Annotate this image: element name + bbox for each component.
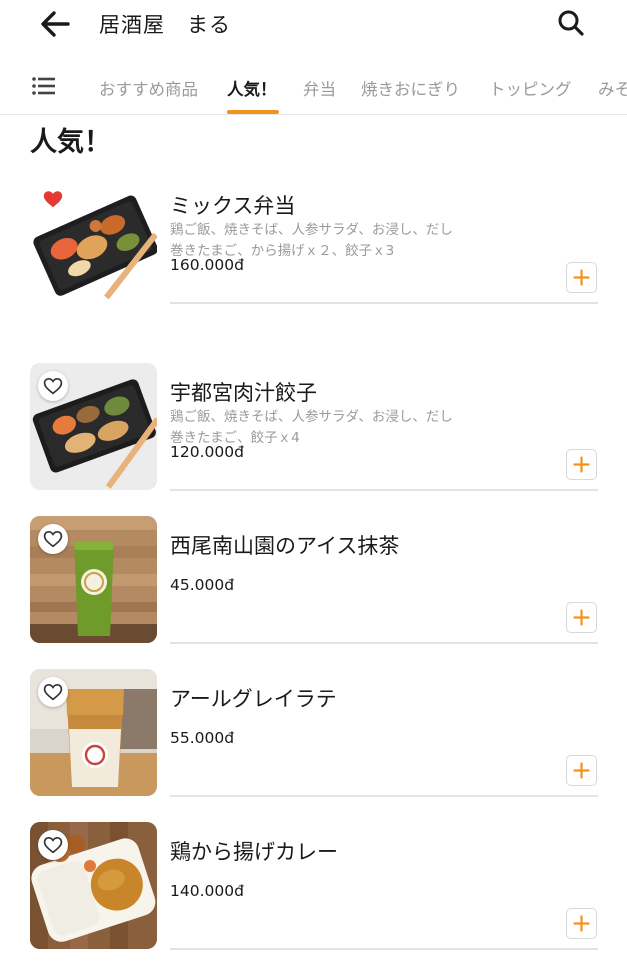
plus-icon xyxy=(573,269,590,286)
add-to-cart-button[interactable] xyxy=(566,602,597,633)
add-to-cart-button[interactable] xyxy=(566,262,597,293)
item-divider xyxy=(170,302,598,304)
menu-item[interactable]: アールグレイラテ 55.000đ xyxy=(0,669,627,809)
active-tab-indicator xyxy=(227,110,279,114)
hamburger-menu-icon[interactable] xyxy=(32,76,56,96)
food-image xyxy=(30,822,157,949)
plus-icon xyxy=(573,762,590,779)
tab-miso[interactable]: みそ xyxy=(598,76,627,100)
item-price: 140.000đ xyxy=(170,882,244,900)
item-name: 西尾南山園のアイス抹茶 xyxy=(170,534,400,558)
tab-yaki-onigiri[interactable]: 焼きおにぎり xyxy=(361,76,460,100)
item-price: 55.000đ xyxy=(170,729,235,747)
tab-recommended[interactable]: おすすめ商品 xyxy=(99,76,198,100)
store-title: 居酒屋 まる xyxy=(99,13,231,37)
item-divider xyxy=(170,489,598,491)
food-image xyxy=(30,669,157,796)
item-name: ミックス弁当 xyxy=(170,194,296,218)
item-name: アールグレイラテ xyxy=(170,687,337,711)
add-to-cart-button[interactable] xyxy=(566,449,597,480)
category-tab-bar: おすすめ商品 人気！ 弁当 焼きおにぎり トッピング みそ xyxy=(0,60,627,115)
tab-popular[interactable]: 人気！ xyxy=(227,76,277,100)
arrow-left-icon[interactable] xyxy=(38,7,72,41)
heart-outline-icon[interactable] xyxy=(38,524,68,554)
app-header: 居酒屋 まる xyxy=(0,0,627,50)
item-divider xyxy=(170,948,598,950)
item-price: 120.000đ xyxy=(170,443,244,461)
menu-item[interactable]: 鶏から揚げカレー 140.000đ xyxy=(0,822,627,962)
item-price: 45.000đ xyxy=(170,576,235,594)
plus-icon xyxy=(573,456,590,473)
add-to-cart-button[interactable] xyxy=(566,908,597,939)
item-name: 鶏から揚げカレー xyxy=(170,840,338,864)
tab-bento[interactable]: 弁当 xyxy=(303,76,336,100)
menu-item[interactable]: ミックス弁当 鶏ご飯、焼きそば、人参サラダ、お浸し、だし巻きたまご、から揚げｘ２… xyxy=(0,176,627,316)
tab-topping[interactable]: トッピング xyxy=(489,76,572,100)
food-image xyxy=(30,516,157,643)
section-title: 人気！ xyxy=(30,127,111,158)
plus-icon xyxy=(573,915,590,932)
item-divider xyxy=(170,642,598,644)
food-image xyxy=(30,176,157,303)
heart-outline-icon[interactable] xyxy=(38,677,68,707)
heart-outline-icon[interactable] xyxy=(38,371,68,401)
heart-filled-icon[interactable] xyxy=(38,184,68,214)
item-name: 宇都宮肉汁餃子 xyxy=(170,381,317,405)
item-divider xyxy=(170,795,598,797)
heart-outline-icon[interactable] xyxy=(38,830,68,860)
item-price: 160.000đ xyxy=(170,256,244,274)
add-to-cart-button[interactable] xyxy=(566,755,597,786)
menu-item[interactable]: 宇都宮肉汁餃子 鶏ご飯、焼きそば、人参サラダ、お浸し、だし巻きたまご、餃子ｘ4 … xyxy=(0,363,627,503)
food-image xyxy=(30,363,157,490)
search-icon[interactable] xyxy=(556,8,586,38)
menu-item[interactable]: 西尾南山園のアイス抹茶 45.000đ xyxy=(0,516,627,656)
plus-icon xyxy=(573,609,590,626)
